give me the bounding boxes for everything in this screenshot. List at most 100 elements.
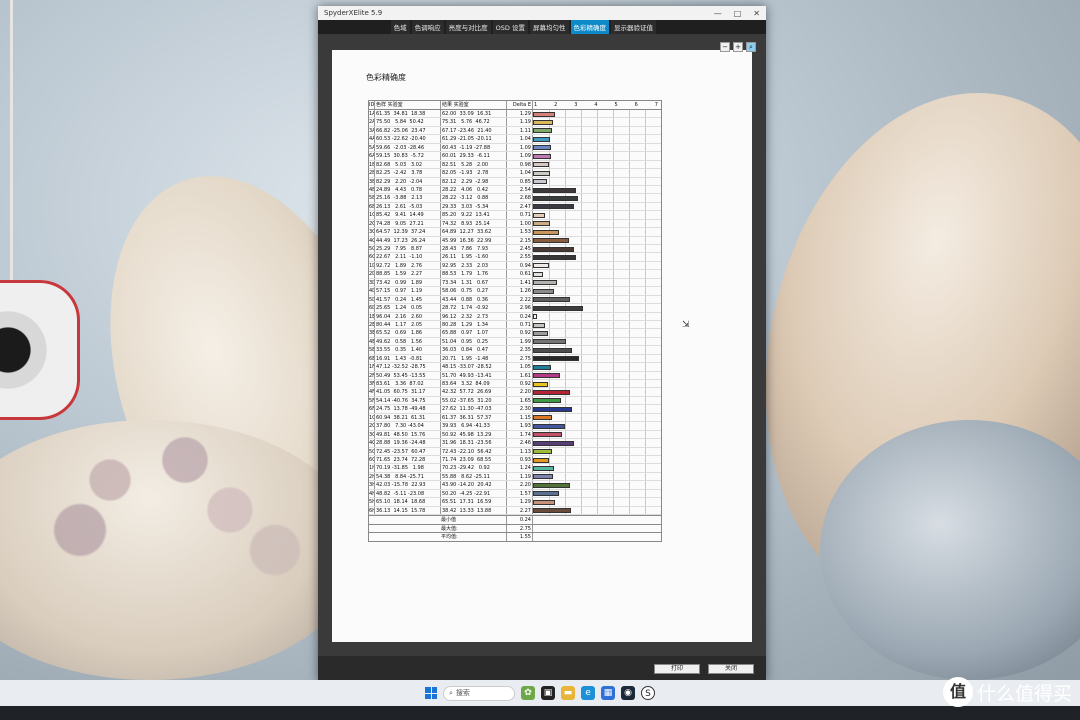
scale-gridline (645, 489, 646, 498)
row-reference-lab: 65.52 0.69 1.86 (375, 329, 441, 337)
tab-tone-response[interactable]: 色调响应 (411, 20, 444, 34)
tab-screen-uniformity[interactable]: 屏幕均匀性 (530, 20, 569, 34)
scale-gridline (629, 320, 630, 329)
row-reference-lab: 28.88 19.36 -24.48 (375, 439, 441, 447)
file-explorer-icon[interactable]: ▬ (561, 686, 575, 700)
scale-gridline (645, 253, 646, 261)
scale-gridline (581, 506, 582, 514)
edge-icon[interactable]: e (581, 686, 595, 700)
delta-e-bar (533, 465, 554, 471)
zoom-fit-icon[interactable]: ⌕ (746, 42, 756, 52)
row-delta-bar-cell (533, 464, 661, 472)
colorimeter-device (0, 280, 80, 420)
row-delta-e: 1.26 (507, 287, 533, 295)
delta-e-bar (533, 508, 572, 514)
scale-gridline (581, 169, 582, 177)
row-measured-lab: 60.43 -1.19 -27.88 (441, 143, 507, 152)
table-row: 6C22.67 2.11 -1.1026.11 1.95 -1.602.55 (369, 253, 661, 262)
scale-gridline (645, 160, 646, 169)
row-delta-e: 0.85 (507, 177, 533, 185)
scale-gridline (645, 320, 646, 329)
store-icon[interactable]: ▦ (601, 686, 615, 700)
scale-gridline (629, 329, 630, 337)
scale-gridline (645, 422, 646, 430)
scale-gridline (613, 169, 614, 177)
scale-gridline (629, 422, 630, 430)
scale-gridline (645, 430, 646, 439)
scale-gridline (629, 489, 630, 498)
table-row: 3H42.03 -15.78 22.9343.90 -14.20 20.422.… (369, 481, 661, 490)
watermark: 值 什么值得买 (942, 677, 1072, 707)
report-page: 色彩精确度 ID 色样 实验室 结果 实验室 Delta E 1 2 3 4 5… (332, 50, 752, 642)
tab-brightness-contrast[interactable]: 亮度与对比度 (445, 20, 491, 34)
table-row: 6F 24.75 13.78 -49.48 27.62 11.30 -47.03 2.… (369, 405, 661, 414)
row-measured-lab: 31.96 18.31 -23.56 (441, 439, 507, 447)
row-reference-lab: 25.29 7.95 8.87 (375, 245, 441, 253)
title-bar: SpyderXElite 5.9 — □ ✕ (318, 6, 766, 20)
row-reference-lab: 88.85 1.59 2.27 (375, 270, 441, 278)
calibrator-cable (10, 0, 24, 300)
zoom-toolbar: − + ⌕ (720, 42, 756, 52)
scale-gridline (613, 464, 614, 472)
scale-gridline (629, 447, 630, 455)
steam-icon[interactable]: ◉ (621, 686, 635, 700)
scale-gridline (581, 413, 582, 422)
scale-gridline (581, 185, 582, 194)
table-row: 4G28.88 19.36 -24.4831.96 18.31 -23.562.… (369, 439, 661, 448)
scale-gridline (597, 312, 598, 320)
delta-e-bar (533, 153, 552, 159)
print-button[interactable]: 打印 (654, 664, 700, 674)
search-input[interactable]: ⌕ 搜索 (443, 685, 515, 701)
scale-gridline (597, 455, 598, 464)
maximize-icon[interactable]: □ (734, 9, 742, 18)
row-delta-bar-cell (533, 337, 661, 346)
scale-gridline (597, 110, 598, 118)
scale-gridline (581, 498, 582, 506)
scale-gridline (629, 481, 630, 489)
scale-gridline (581, 160, 582, 169)
scale-gridline (597, 202, 598, 211)
tab-display-validation[interactable]: 显示器验证值 (611, 20, 656, 34)
row-delta-bar-cell (533, 422, 661, 430)
table-row: 3A 66.82 -25.06 23.47 67.17 -23.46 21.40 1.… (369, 126, 661, 136)
table-row: 3F 83.61 3.36 87.02 83.64 3.32 84.09 0.92 (369, 380, 661, 389)
close-button[interactable]: 关闭 (708, 664, 754, 674)
scale-gridline (565, 312, 566, 320)
scale-gridline (629, 245, 630, 253)
report-tabs: 色域 色调响应 亮度与对比度 OSD 设置 屏幕均匀性 色彩精确度 显示器验证值 (318, 20, 766, 34)
scale-gridline (613, 447, 614, 455)
scale-gridline (565, 219, 566, 228)
scale-gridline (629, 253, 630, 261)
tab-osd-settings[interactable]: OSD 设置 (492, 20, 528, 34)
task-view-icon[interactable]: ▣ (541, 686, 555, 700)
scale-gridline (565, 464, 566, 472)
row-reference-lab: 54.14 -40.76 34.75 (375, 396, 441, 405)
scale-gridline (581, 464, 582, 472)
delta-e-bar (533, 364, 551, 370)
app-icon[interactable]: S (641, 686, 655, 700)
row-measured-lab: 73.34 1.31 0.67 (441, 278, 507, 287)
row-delta-e: 0.98 (507, 160, 533, 169)
scale-gridline (645, 177, 646, 185)
scale-gridline (629, 228, 630, 236)
row-measured-lab: 45.99 16.36 22.99 (441, 236, 507, 244)
tab-gamut[interactable]: 色域 (390, 20, 410, 34)
scale-gridline (581, 371, 582, 379)
zoom-out-icon[interactable]: − (720, 42, 730, 52)
scale-gridline (645, 455, 646, 464)
minimize-icon[interactable]: — (714, 9, 722, 18)
row-reference-lab: 25.16 -3.88 2.13 (375, 194, 441, 202)
tab-color-accuracy[interactable]: 色彩精确度 (570, 20, 609, 34)
row-measured-lab: 43.90 -14.20 20.42 (441, 481, 507, 489)
color-accuracy-table: ID 色样 实验室 结果 实验室 Delta E 1 2 3 4 5 6 7 1… (368, 100, 662, 542)
widgets-icon[interactable]: ✿ (521, 686, 535, 700)
start-icon[interactable] (425, 687, 437, 699)
row-measured-lab: 60.01 29.33 -6.11 (441, 152, 507, 160)
zoom-in-icon[interactable]: + (733, 42, 743, 52)
row-delta-bar-cell (533, 126, 661, 135)
scale-gridline (597, 287, 598, 295)
close-icon[interactable]: ✕ (753, 9, 760, 18)
search-placeholder: 搜索 (455, 688, 470, 697)
scale-gridline (565, 380, 566, 388)
scale-gridline (645, 371, 646, 379)
